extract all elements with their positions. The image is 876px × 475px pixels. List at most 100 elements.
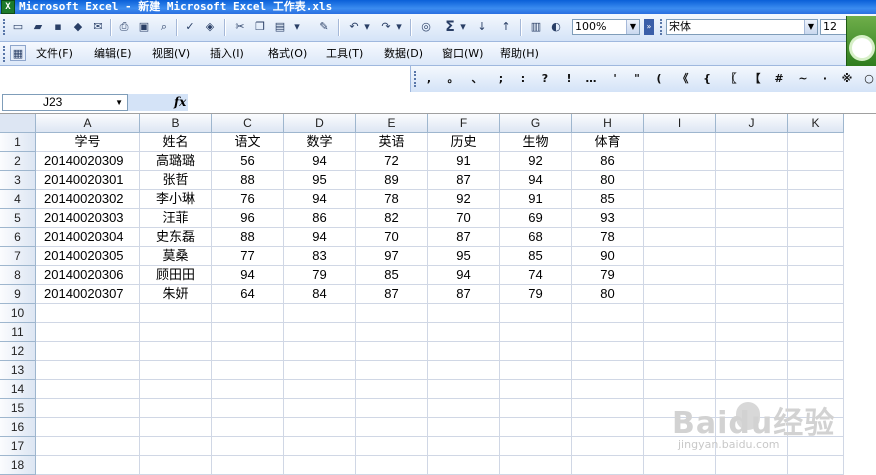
cell-A5[interactable]: 20140020303 <box>36 209 140 228</box>
cell-D6[interactable]: 94 <box>284 228 356 247</box>
symbol-button[interactable]: ○ <box>861 72 876 86</box>
cell-C10[interactable] <box>212 304 284 323</box>
cell-C15[interactable] <box>212 399 284 418</box>
cell-H13[interactable] <box>572 361 644 380</box>
cell-F9[interactable]: 87 <box>428 285 500 304</box>
cell-F5[interactable]: 70 <box>428 209 500 228</box>
cell-D12[interactable] <box>284 342 356 361</box>
cell-B1[interactable]: 姓名 <box>140 133 212 152</box>
row-header-10[interactable]: 10 <box>0 304 36 323</box>
cell-E10[interactable] <box>356 304 428 323</box>
cell-J9[interactable] <box>716 285 788 304</box>
row-header-3[interactable]: 3 <box>0 171 36 190</box>
paste-icon[interactable]: ▤ <box>272 19 288 35</box>
cell-F6[interactable]: 87 <box>428 228 500 247</box>
symbol-button[interactable]: · <box>817 72 833 86</box>
sort-ascending-icon[interactable]: ↓ <box>474 19 490 35</box>
hyperlink-icon[interactable]: ◎ <box>418 19 434 35</box>
cell-A17[interactable] <box>36 437 140 456</box>
cell-D7[interactable]: 83 <box>284 247 356 266</box>
row-header-15[interactable]: 15 <box>0 399 36 418</box>
cell-H14[interactable] <box>572 380 644 399</box>
cell-A8[interactable]: 20140020306 <box>36 266 140 285</box>
symbol-button[interactable]: # <box>771 72 787 86</box>
cell-C5[interactable]: 96 <box>212 209 284 228</box>
row-header-14[interactable]: 14 <box>0 380 36 399</box>
cell-D3[interactable]: 95 <box>284 171 356 190</box>
zoom-select[interactable]: 100% ▼ <box>572 19 640 35</box>
cell-F11[interactable] <box>428 323 500 342</box>
cell-D5[interactable]: 86 <box>284 209 356 228</box>
chart-wizard-icon[interactable]: ▥ <box>528 19 544 35</box>
chevron-down-icon[interactable]: ▾ <box>458 19 468 35</box>
cell-G18[interactable] <box>500 456 572 475</box>
name-box[interactable]: J23 ▼ <box>2 94 128 111</box>
cell-J5[interactable] <box>716 209 788 228</box>
row-header-12[interactable]: 12 <box>0 342 36 361</box>
toolbar-grip[interactable] <box>3 19 8 35</box>
cell-J3[interactable] <box>716 171 788 190</box>
cell-D9[interactable]: 84 <box>284 285 356 304</box>
cell-A12[interactable] <box>36 342 140 361</box>
cell-G1[interactable]: 生物 <box>500 133 572 152</box>
row-header-16[interactable]: 16 <box>0 418 36 437</box>
cell-E16[interactable] <box>356 418 428 437</box>
cell-B2[interactable]: 高璐璐 <box>140 152 212 171</box>
cell-B10[interactable] <box>140 304 212 323</box>
cell-A9[interactable]: 20140020307 <box>36 285 140 304</box>
cell-B3[interactable]: 张哲 <box>140 171 212 190</box>
search-icon[interactable]: ⌕ <box>156 19 172 35</box>
cell-K13[interactable] <box>788 361 844 380</box>
cell-G4[interactable]: 91 <box>500 190 572 209</box>
cell-C16[interactable] <box>212 418 284 437</box>
cell-J13[interactable] <box>716 361 788 380</box>
symbol-button[interactable]: 【 <box>747 72 763 86</box>
cell-F2[interactable]: 91 <box>428 152 500 171</box>
cell-B6[interactable]: 史东磊 <box>140 228 212 247</box>
cell-G8[interactable]: 74 <box>500 266 572 285</box>
cell-D2[interactable]: 94 <box>284 152 356 171</box>
cell-K3[interactable] <box>788 171 844 190</box>
cell-B13[interactable] <box>140 361 212 380</box>
cell-K4[interactable] <box>788 190 844 209</box>
cell-B4[interactable]: 李小琳 <box>140 190 212 209</box>
cell-E12[interactable] <box>356 342 428 361</box>
cell-D4[interactable]: 94 <box>284 190 356 209</box>
column-header-F[interactable]: F <box>428 114 500 133</box>
cell-F8[interactable]: 94 <box>428 266 500 285</box>
cut-icon[interactable]: ✂ <box>232 19 248 35</box>
spelling-icon[interactable]: ✓ <box>182 19 198 35</box>
cell-B5[interactable]: 汪菲 <box>140 209 212 228</box>
cell-E6[interactable]: 70 <box>356 228 428 247</box>
row-header-13[interactable]: 13 <box>0 361 36 380</box>
cell-A4[interactable]: 20140020302 <box>36 190 140 209</box>
symbol-button[interactable]: " <box>629 72 645 86</box>
cell-F13[interactable] <box>428 361 500 380</box>
row-header-2[interactable]: 2 <box>0 152 36 171</box>
chevron-down-icon[interactable]: ▼ <box>626 20 639 34</box>
print-preview-icon[interactable]: ▣ <box>136 19 152 35</box>
cell-C9[interactable]: 64 <box>212 285 284 304</box>
cell-B9[interactable]: 朱妍 <box>140 285 212 304</box>
cell-F3[interactable]: 87 <box>428 171 500 190</box>
cell-I10[interactable] <box>644 304 716 323</box>
symbol-button[interactable]: ( <box>651 72 667 86</box>
cell-C4[interactable]: 76 <box>212 190 284 209</box>
cell-C2[interactable]: 56 <box>212 152 284 171</box>
cell-F18[interactable] <box>428 456 500 475</box>
chevron-down-icon[interactable]: ▼ <box>115 95 123 110</box>
cell-D18[interactable] <box>284 456 356 475</box>
cell-K12[interactable] <box>788 342 844 361</box>
cell-E7[interactable]: 97 <box>356 247 428 266</box>
cell-C6[interactable]: 88 <box>212 228 284 247</box>
excel-doc-icon[interactable]: ▦ <box>10 45 26 61</box>
cell-E8[interactable]: 85 <box>356 266 428 285</box>
cell-D13[interactable] <box>284 361 356 380</box>
symbol-button[interactable]: 《 <box>675 72 691 86</box>
cell-D15[interactable] <box>284 399 356 418</box>
cell-F7[interactable]: 95 <box>428 247 500 266</box>
cell-K11[interactable] <box>788 323 844 342</box>
menu-insert[interactable]: 插入(I) <box>210 47 244 61</box>
cell-E3[interactable]: 89 <box>356 171 428 190</box>
symbol-button[interactable]: , <box>421 72 437 86</box>
